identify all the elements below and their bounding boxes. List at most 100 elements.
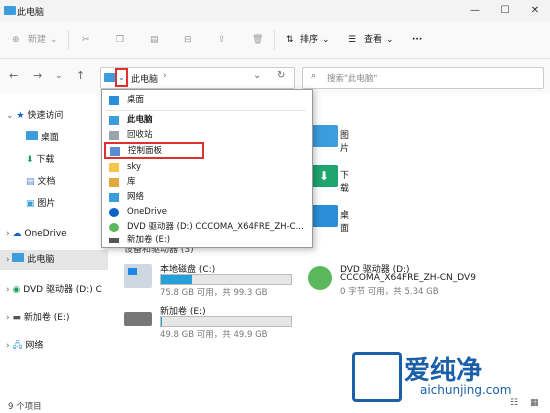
menu-item-label: sky [127,162,142,172]
watermark-url: aichunjing.com [420,383,512,397]
sort-button[interactable]: 排序 [300,32,318,48]
paste-button[interactable]: ▤ [150,32,159,48]
toolbar-divider [274,30,275,50]
search-icon: ⌕ [311,71,317,81]
address-bar[interactable]: ⌄ 此电脑 › ⌄ ↻ [100,67,295,89]
document-icon: ▤ [26,177,35,187]
sidebar-item-label: DVD 驱动器 (D:) C [23,285,102,295]
new-icon: ⊕ [12,35,20,45]
view-button[interactable]: 查看 [364,32,382,48]
sidebar-item-quick-access[interactable]: ⌄ ★ 快速访问 [6,108,63,124]
windows-drive-icon [124,264,152,288]
user-folder-icon [109,163,119,172]
menu-item-label: 库 [127,177,136,187]
minimize-button[interactable]: — [460,0,490,22]
cut-button[interactable]: ✂ [82,32,90,48]
status-text: 9 个项目 [8,402,42,412]
address-history-button[interactable]: ⌄ [253,70,261,81]
sidebar-item-label: 快速访问 [27,111,64,121]
recent-locations-button[interactable]: ⌄ [55,71,63,81]
close-button[interactable]: ✕ [520,0,550,22]
sidebar-item-label: 桌面 [40,133,59,143]
location-dropdown-button[interactable]: ⌄ [115,68,128,87]
menu-item-onedrive[interactable]: OneDrive [102,205,312,220]
pc-icon [109,116,119,125]
network-icon [109,193,119,202]
menu-item-recycle-bin[interactable]: 回收站 [102,128,312,143]
drive-e[interactable]: 新加卷 (E:) 49.8 GB 可用，共 49.9 GB [124,304,304,340]
menu-item-this-pc[interactable]: 此电脑 [102,113,312,128]
menu-item-network[interactable]: 网络 [102,190,312,205]
sidebar-item-volume-e[interactable]: › ▬ 新加卷 (E:) [6,310,69,326]
sidebar-item-label: 文档 [37,177,56,187]
pc-icon [12,253,25,262]
menu-item-control-panel[interactable]: 控制面板 [104,142,204,159]
copy-button[interactable]: ❐ [116,32,124,48]
download-folder-icon: ⬇ [310,165,338,187]
dvd-icon: ◉ [12,285,21,295]
menu-item-sky[interactable]: sky [102,160,312,175]
pc-icon [4,6,16,15]
sidebar-item-label: 此电脑 [27,255,55,265]
folder-label: 下载 [340,171,350,194]
command-bar: ⊕ 新建 ⌄ ✂ ❐ ▤ ⊟ ⇪ 🗑 ⇅ 排序 ⌄ ☰ 查看 ⌄ ··· [0,22,550,59]
forward-button[interactable]: → [33,69,42,82]
more-button[interactable]: ··· [412,32,422,48]
chevron-down-icon: ⌄ [322,35,330,45]
drive-usage-bar [160,274,292,285]
sidebar-item-desktop[interactable]: 桌面 [26,130,59,146]
address-row: ← → ⌄ ↑ ⌄ 此电脑 › ⌄ ↻ ⌕ 搜索"此电脑" [0,59,550,93]
sidebar-item-onedrive[interactable]: › ☁ OneDrive [6,226,67,242]
sidebar-item-network[interactable]: › 🖧 网络 [6,338,43,354]
picture-folder-icon [310,125,338,147]
sidebar-item-label: 网络 [25,341,44,351]
control-panel-icon [110,147,120,156]
back-button[interactable]: ← [9,69,18,82]
new-button[interactable]: 新建 [28,32,46,48]
search-box[interactable]: ⌕ 搜索"此电脑" [302,67,544,89]
sidebar-item-this-pc[interactable]: › 此电脑 [6,252,54,268]
search-input[interactable]: 搜索"此电脑" [327,72,377,84]
chevron-right-icon: › [163,71,167,81]
sidebar-item-documents[interactable]: ▤ 文档 [26,174,55,190]
menu-item-label: 新加卷 (E:) [127,235,171,245]
desktop-folder-icon [310,205,338,227]
menu-divider [106,110,306,111]
drive-space: 49.8 GB 可用，共 49.9 GB [160,330,268,340]
delete-button[interactable]: 🗑 [252,32,263,48]
details-view-button[interactable]: ☷ [510,398,518,408]
address-current: 此电脑 [131,75,159,85]
share-button[interactable]: ⇪ [218,32,226,48]
drive-c[interactable]: 本地磁盘 (C:) 75.8 GB 可用，共 99.3 GB [124,262,304,298]
menu-item-label: 控制面板 [128,146,163,156]
network-icon: 🖧 [12,341,23,351]
sort-icon: ⇅ [286,35,294,45]
sidebar-item-downloads[interactable]: ⬇ 下载 [26,152,54,168]
sidebar-item-dvd[interactable]: › ◉ DVD 驱动器 (D:) C [6,282,112,298]
drive-usage-bar [160,316,292,327]
menu-item-label: 回收站 [127,130,153,140]
menu-item-library[interactable]: 库 [102,175,312,190]
tiles-view-button[interactable]: ▦ [530,398,539,408]
menu-item-volume-e[interactable]: 新加卷 (E:) [102,233,312,248]
sidebar-item-pictures[interactable]: ▣ 图片 [26,196,55,212]
navigation-pane: ⌄ ★ 快速访问 桌面 ⬇ 下载 ▤ 文档 ▣ 图片 › ☁ OneDrive … [0,100,112,400]
desktop-icon [26,131,38,140]
drive-space: 0 字节 可用，共 5.34 GB [340,287,439,297]
rename-button[interactable]: ⊟ [184,32,192,48]
menu-item-label: OneDrive [127,207,167,217]
download-icon: ⬇ [26,155,34,165]
up-button[interactable]: ↑ [76,69,85,82]
toolbar-divider [68,30,69,50]
menu-item-desktop[interactable]: 桌面 [102,93,312,108]
drive-d[interactable]: DVD 驱动器 (D:) CCCOMA_X64FRE_ZH-CN_DV9 0 字… [308,262,508,302]
picture-icon: ▣ [26,199,35,209]
desktop-icon [109,96,119,105]
library-icon [109,178,119,187]
cloud-icon: ☁ [12,229,22,239]
refresh-button[interactable]: ↻ [277,70,285,81]
maximize-button[interactable]: ☐ [490,0,520,22]
drive-icon [124,312,152,326]
chevron-down-icon: ⌄ [50,35,58,45]
cloud-icon [109,208,119,217]
